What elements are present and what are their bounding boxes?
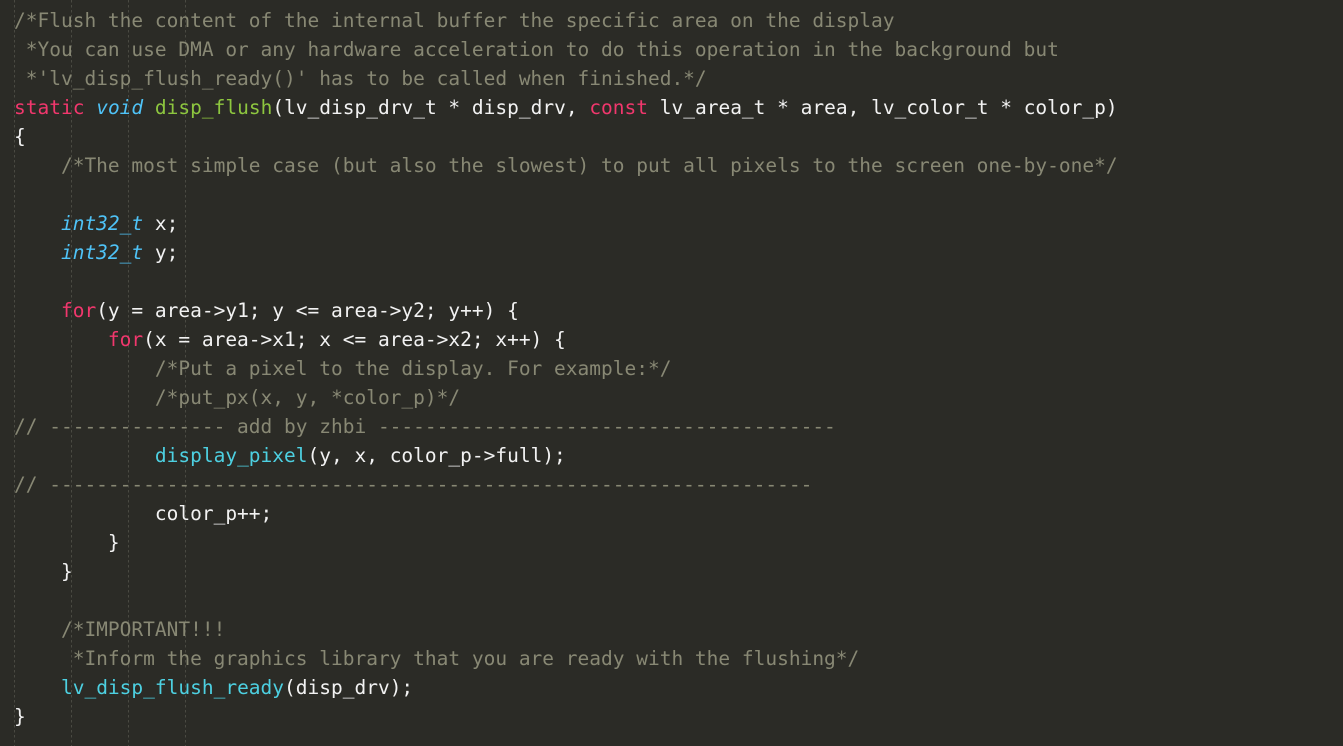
- brace-close-outer-for: }: [14, 560, 73, 583]
- keyword-const: const: [589, 96, 649, 119]
- code-line-13[interactable]: /*Put a pixel to the display. For exampl…: [0, 354, 1343, 383]
- variable-x: x;: [143, 212, 179, 235]
- comment-text: *'lv_disp_flush_ready()' has to be calle…: [14, 67, 707, 90]
- code-line-1[interactable]: /*Flush the content of the internal buff…: [0, 6, 1343, 35]
- comment-text: *You can use DMA or any hardware acceler…: [14, 38, 1059, 61]
- for-loop-x-expression: (x = area->x1; x <= area->x2; x++) {: [143, 328, 566, 351]
- code-line-23[interactable]: *Inform the graphics library that you ar…: [0, 644, 1343, 673]
- code-line-11[interactable]: for(y = area->y1; y <= area->y2; y++) {: [0, 296, 1343, 325]
- brace-open: {: [14, 125, 26, 148]
- keyword-void: void: [96, 96, 144, 119]
- code-line-6[interactable]: /*The most simple case (but also the slo…: [0, 151, 1343, 180]
- code-line-25[interactable]: }: [0, 702, 1343, 731]
- type-int32-t: int32_t: [14, 212, 144, 235]
- code-line-18[interactable]: color_p++;: [0, 499, 1343, 528]
- function-call-lv-disp-flush-ready: lv_disp_flush_ready: [60, 676, 285, 699]
- comment-add-by-zhbi: // --------------- add by zhbi ---------…: [14, 415, 836, 438]
- call-arguments: (disp_drv);: [284, 676, 414, 699]
- code-line-21-blank[interactable]: [0, 586, 1343, 615]
- brace-close-inner-for: }: [14, 531, 120, 554]
- comment-text: /*put_px(x, y, *color_p)*/: [14, 386, 461, 409]
- code-line-24[interactable]: lv_disp_flush_ready(disp_drv);: [0, 673, 1343, 702]
- comment-important: /*IMPORTANT!!!: [14, 618, 226, 641]
- comment-text: *Inform the graphics library that you ar…: [14, 647, 860, 670]
- code-lines-container: /*Flush the content of the internal buff…: [0, 6, 1343, 731]
- type-int32-t: int32_t: [14, 241, 144, 264]
- code-line-9[interactable]: int32_t y;: [0, 238, 1343, 267]
- comment-text: /*The most simple case (but also the slo…: [14, 154, 1118, 177]
- variable-y: y;: [143, 241, 179, 264]
- code-line-7-blank[interactable]: [0, 180, 1343, 209]
- code-line-17[interactable]: // -------------------------------------…: [0, 470, 1343, 499]
- function-call-display-pixel: display_pixel: [154, 444, 308, 467]
- comment-text: /*Put a pixel to the display. For exampl…: [14, 357, 672, 380]
- keyword-static: static: [14, 96, 85, 119]
- signature-params-first: (lv_disp_drv_t * disp_drv,: [272, 96, 590, 119]
- keyword-for: for: [14, 299, 97, 322]
- code-line-16[interactable]: display_pixel(y, x, color_p->full);: [0, 441, 1343, 470]
- code-line-4[interactable]: static void disp_flush(lv_disp_drv_t * d…: [0, 93, 1343, 122]
- code-line-5[interactable]: {: [0, 122, 1343, 151]
- code-line-8[interactable]: int32_t x;: [0, 209, 1343, 238]
- function-name-disp-flush: disp_flush: [154, 96, 273, 119]
- code-line-12[interactable]: for(x = area->x1; x <= area->x2; x++) {: [0, 325, 1343, 354]
- signature-params-rest: lv_area_t * area, lv_color_t * color_p): [648, 96, 1118, 119]
- for-loop-y-expression: (y = area->y1; y <= area->y2; y++) {: [96, 299, 519, 322]
- code-line-3[interactable]: *'lv_disp_flush_ready()' has to be calle…: [0, 64, 1343, 93]
- code-line-2[interactable]: *You can use DMA or any hardware acceler…: [0, 35, 1343, 64]
- call-arguments: (y, x, color_p->full);: [307, 444, 566, 467]
- comment-text: /*Flush the content of the internal buff…: [14, 9, 895, 32]
- code-line-10-blank[interactable]: [0, 267, 1343, 296]
- comment-separator: // -------------------------------------…: [14, 473, 813, 496]
- statement-color-p-increment: color_p++;: [14, 502, 273, 525]
- keyword-for: for: [14, 328, 144, 351]
- brace-close-function: }: [14, 705, 26, 728]
- code-line-22[interactable]: /*IMPORTANT!!!: [0, 615, 1343, 644]
- code-line-15[interactable]: // --------------- add by zhbi ---------…: [0, 412, 1343, 441]
- code-line-14[interactable]: /*put_px(x, y, *color_p)*/: [0, 383, 1343, 412]
- code-line-19[interactable]: }: [0, 528, 1343, 557]
- code-line-20[interactable]: }: [0, 557, 1343, 586]
- code-editor-pane[interactable]: /*Flush the content of the internal buff…: [0, 0, 1343, 746]
